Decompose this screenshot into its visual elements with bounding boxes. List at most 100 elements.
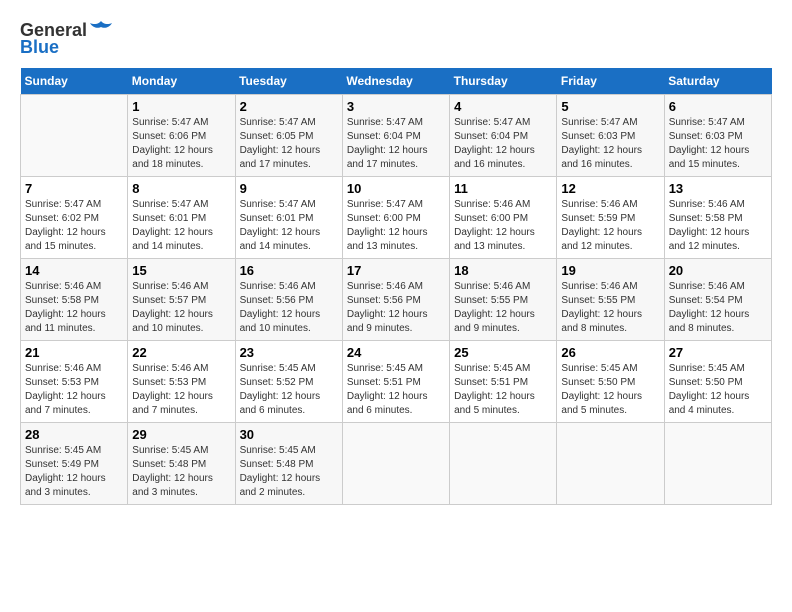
day-info: Sunrise: 5:46 AMSunset: 6:00 PMDaylight:…: [454, 198, 552, 254]
logo-bird-icon: [90, 19, 112, 37]
calendar-cell: 2 Sunrise: 5:47 AMSunset: 6:05 PMDaylight…: [235, 95, 342, 177]
day-info: Sunrise: 5:47 AMSunset: 6:05 PMDaylight:…: [240, 116, 338, 172]
day-number: 12: [561, 181, 659, 196]
day-number: 20: [669, 263, 767, 278]
col-header-wednesday: Wednesday: [342, 68, 449, 95]
day-number: 2: [240, 99, 338, 114]
calendar-cell: 17 Sunrise: 5:46 AMSunset: 5:56 PMDayligh…: [342, 259, 449, 341]
calendar-cell: 15 Sunrise: 5:46 AMSunset: 5:57 PMDayligh…: [128, 259, 235, 341]
day-info: Sunrise: 5:45 AMSunset: 5:51 PMDaylight:…: [347, 362, 445, 418]
day-info: Sunrise: 5:47 AMSunset: 6:00 PMDaylight:…: [347, 198, 445, 254]
day-info: Sunrise: 5:45 AMSunset: 5:51 PMDaylight:…: [454, 362, 552, 418]
day-info: Sunrise: 5:47 AMSunset: 6:02 PMDaylight:…: [25, 198, 123, 254]
calendar-cell: 5 Sunrise: 5:47 AMSunset: 6:03 PMDaylight…: [557, 95, 664, 177]
day-info: Sunrise: 5:46 AMSunset: 5:56 PMDaylight:…: [347, 280, 445, 336]
col-header-friday: Friday: [557, 68, 664, 95]
calendar-table: SundayMondayTuesdayWednesdayThursdayFrid…: [20, 68, 772, 505]
calendar-cell: 1 Sunrise: 5:47 AMSunset: 6:06 PMDaylight…: [128, 95, 235, 177]
col-header-monday: Monday: [128, 68, 235, 95]
day-number: 3: [347, 99, 445, 114]
calendar-cell: 27Sunrise: 5:45 AMSunset: 5:50 PMDayligh…: [664, 341, 771, 423]
calendar-cell: [557, 423, 664, 505]
day-number: 26: [561, 345, 659, 360]
calendar-week-row: 14 Sunrise: 5:46 AMSunset: 5:58 PMDayligh…: [21, 259, 772, 341]
day-info: Sunrise: 5:47 AMSunset: 6:03 PMDaylight:…: [669, 116, 767, 172]
col-header-saturday: Saturday: [664, 68, 771, 95]
calendar-cell: 30 Sunrise: 5:45 AMSunset: 5:48 PMDayligh…: [235, 423, 342, 505]
day-number: 13: [669, 181, 767, 196]
day-info: Sunrise: 5:46 AMSunset: 5:58 PMDaylight:…: [25, 280, 123, 336]
day-info: Sunrise: 5:46 AMSunset: 5:55 PMDaylight:…: [454, 280, 552, 336]
calendar-cell: 9 Sunrise: 5:47 AMSunset: 6:01 PMDaylight…: [235, 177, 342, 259]
day-info: Sunrise: 5:46 AMSunset: 5:58 PMDaylight:…: [669, 198, 767, 254]
day-info: Sunrise: 5:46 AMSunset: 5:55 PMDaylight:…: [561, 280, 659, 336]
day-number: 5: [561, 99, 659, 114]
day-info: Sunrise: 5:47 AMSunset: 6:04 PMDaylight:…: [347, 116, 445, 172]
day-info: Sunrise: 5:47 AMSunset: 6:06 PMDaylight:…: [132, 116, 230, 172]
calendar-cell: 23 Sunrise: 5:45 AMSunset: 5:52 PMDayligh…: [235, 341, 342, 423]
calendar-cell: 3 Sunrise: 5:47 AMSunset: 6:04 PMDaylight…: [342, 95, 449, 177]
calendar-cell: 13 Sunrise: 5:46 AMSunset: 5:58 PMDayligh…: [664, 177, 771, 259]
day-number: 1: [132, 99, 230, 114]
day-info: Sunrise: 5:47 AMSunset: 6:01 PMDaylight:…: [132, 198, 230, 254]
calendar-week-row: 21Sunrise: 5:46 AMSunset: 5:53 PMDayligh…: [21, 341, 772, 423]
calendar-cell: 14 Sunrise: 5:46 AMSunset: 5:58 PMDayligh…: [21, 259, 128, 341]
day-number: 21: [25, 345, 123, 360]
calendar-cell: 18 Sunrise: 5:46 AMSunset: 5:55 PMDayligh…: [450, 259, 557, 341]
day-info: Sunrise: 5:47 AMSunset: 6:01 PMDaylight:…: [240, 198, 338, 254]
day-info: Sunrise: 5:46 AMSunset: 5:57 PMDaylight:…: [132, 280, 230, 336]
col-header-sunday: Sunday: [21, 68, 128, 95]
day-info: Sunrise: 5:47 AMSunset: 6:03 PMDaylight:…: [561, 116, 659, 172]
day-info: Sunrise: 5:46 AMSunset: 5:59 PMDaylight:…: [561, 198, 659, 254]
calendar-cell: 24Sunrise: 5:45 AMSunset: 5:51 PMDayligh…: [342, 341, 449, 423]
calendar-cell: 19 Sunrise: 5:46 AMSunset: 5:55 PMDayligh…: [557, 259, 664, 341]
day-number: 9: [240, 181, 338, 196]
day-info: Sunrise: 5:45 AMSunset: 5:52 PMDaylight:…: [240, 362, 338, 418]
calendar-cell: 11 Sunrise: 5:46 AMSunset: 6:00 PMDayligh…: [450, 177, 557, 259]
calendar-cell: 12 Sunrise: 5:46 AMSunset: 5:59 PMDayligh…: [557, 177, 664, 259]
calendar-cell: 22Sunrise: 5:46 AMSunset: 5:53 PMDayligh…: [128, 341, 235, 423]
logo-blue: Blue: [20, 37, 59, 58]
calendar-cell: 20 Sunrise: 5:46 AMSunset: 5:54 PMDayligh…: [664, 259, 771, 341]
day-number: 25: [454, 345, 552, 360]
day-info: Sunrise: 5:45 AMSunset: 5:48 PMDaylight:…: [132, 444, 230, 500]
day-number: 18: [454, 263, 552, 278]
calendar-cell: [342, 423, 449, 505]
calendar-cell: 7Sunrise: 5:47 AMSunset: 6:02 PMDaylight…: [21, 177, 128, 259]
calendar-cell: 10 Sunrise: 5:47 AMSunset: 6:00 PMDayligh…: [342, 177, 449, 259]
day-number: 6: [669, 99, 767, 114]
day-number: 27: [669, 345, 767, 360]
calendar-cell: 4Sunrise: 5:47 AMSunset: 6:04 PMDaylight…: [450, 95, 557, 177]
col-header-thursday: Thursday: [450, 68, 557, 95]
calendar-week-row: 7Sunrise: 5:47 AMSunset: 6:02 PMDaylight…: [21, 177, 772, 259]
day-info: Sunrise: 5:45 AMSunset: 5:48 PMDaylight:…: [240, 444, 338, 500]
day-number: 11: [454, 181, 552, 196]
day-number: 19: [561, 263, 659, 278]
calendar-cell: 21Sunrise: 5:46 AMSunset: 5:53 PMDayligh…: [21, 341, 128, 423]
calendar-week-row: 28Sunrise: 5:45 AMSunset: 5:49 PMDayligh…: [21, 423, 772, 505]
day-number: 15: [132, 263, 230, 278]
day-number: 14: [25, 263, 123, 278]
calendar-cell: [21, 95, 128, 177]
calendar-cell: 6 Sunrise: 5:47 AMSunset: 6:03 PMDaylight…: [664, 95, 771, 177]
day-number: 4: [454, 99, 552, 114]
day-info: Sunrise: 5:45 AMSunset: 5:50 PMDaylight:…: [561, 362, 659, 418]
day-number: 16: [240, 263, 338, 278]
day-number: 23: [240, 345, 338, 360]
col-header-tuesday: Tuesday: [235, 68, 342, 95]
calendar-header-row: SundayMondayTuesdayWednesdayThursdayFrid…: [21, 68, 772, 95]
calendar-cell: 29Sunrise: 5:45 AMSunset: 5:48 PMDayligh…: [128, 423, 235, 505]
day-info: Sunrise: 5:46 AMSunset: 5:56 PMDaylight:…: [240, 280, 338, 336]
calendar-cell: [664, 423, 771, 505]
logo-container: General Blue: [20, 20, 112, 58]
day-number: 30: [240, 427, 338, 442]
calendar-week-row: 1 Sunrise: 5:47 AMSunset: 6:06 PMDaylight…: [21, 95, 772, 177]
day-number: 10: [347, 181, 445, 196]
calendar-cell: 8Sunrise: 5:47 AMSunset: 6:01 PMDaylight…: [128, 177, 235, 259]
calendar-cell: 26 Sunrise: 5:45 AMSunset: 5:50 PMDayligh…: [557, 341, 664, 423]
logo: General Blue: [20, 20, 112, 58]
calendar-cell: 28Sunrise: 5:45 AMSunset: 5:49 PMDayligh…: [21, 423, 128, 505]
calendar-cell: 25 Sunrise: 5:45 AMSunset: 5:51 PMDayligh…: [450, 341, 557, 423]
day-number: 17: [347, 263, 445, 278]
day-info: Sunrise: 5:46 AMSunset: 5:54 PMDaylight:…: [669, 280, 767, 336]
